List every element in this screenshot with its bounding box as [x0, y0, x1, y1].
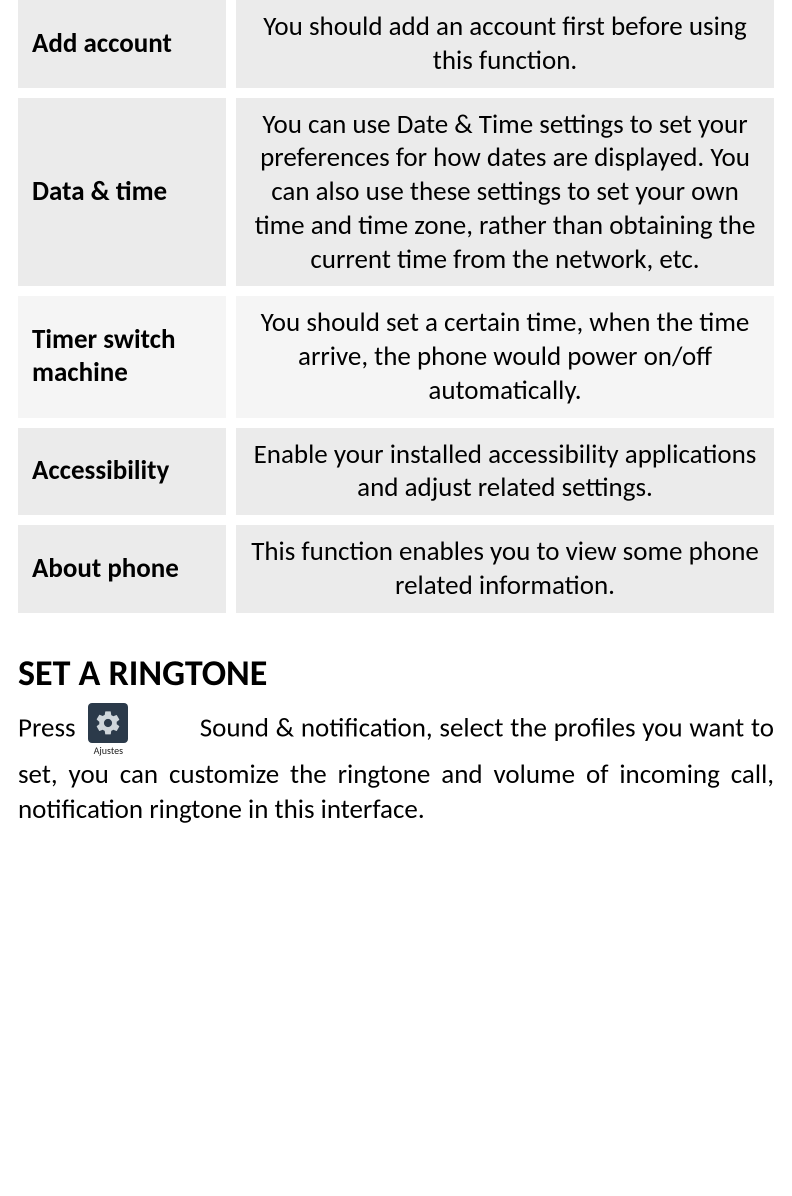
row-description: You can use Date & Time settings to set … [236, 98, 774, 287]
press-text: Press [18, 711, 76, 744]
row-label: Data & time [18, 98, 226, 287]
settings-app-icon: Ajustes [88, 703, 128, 757]
row-description: You should set a certain time, when the … [236, 296, 774, 417]
table-row: Data & time You can use Date & Time sett… [18, 98, 774, 287]
section-heading: SET A RINGTONE [18, 651, 774, 695]
table-row: Accessibility Enable your installed acce… [18, 428, 774, 516]
row-description: This function enables you to view some p… [236, 525, 774, 613]
table-row: About phone This function enables you to… [18, 525, 774, 613]
gear-icon [88, 703, 128, 743]
row-description: You should add an account first before u… [236, 0, 774, 88]
row-label: About phone [18, 525, 226, 613]
table-row: Timer switch machine You should set a ce… [18, 296, 774, 417]
row-description: Enable your installed accessibility appl… [236, 428, 774, 516]
paragraph-rest: Sound & notification, select the profile… [18, 711, 774, 826]
row-label: Timer switch machine [18, 296, 226, 417]
row-label: Add account [18, 0, 226, 88]
table-row: Add account You should add an account fi… [18, 0, 774, 88]
icon-caption: Ajustes [94, 744, 123, 757]
settings-table: Add account You should add an account fi… [18, 0, 774, 613]
row-label: Accessibility [18, 428, 226, 516]
ringtone-paragraph: Press Ajustes Sound & notification, sele… [18, 703, 774, 827]
